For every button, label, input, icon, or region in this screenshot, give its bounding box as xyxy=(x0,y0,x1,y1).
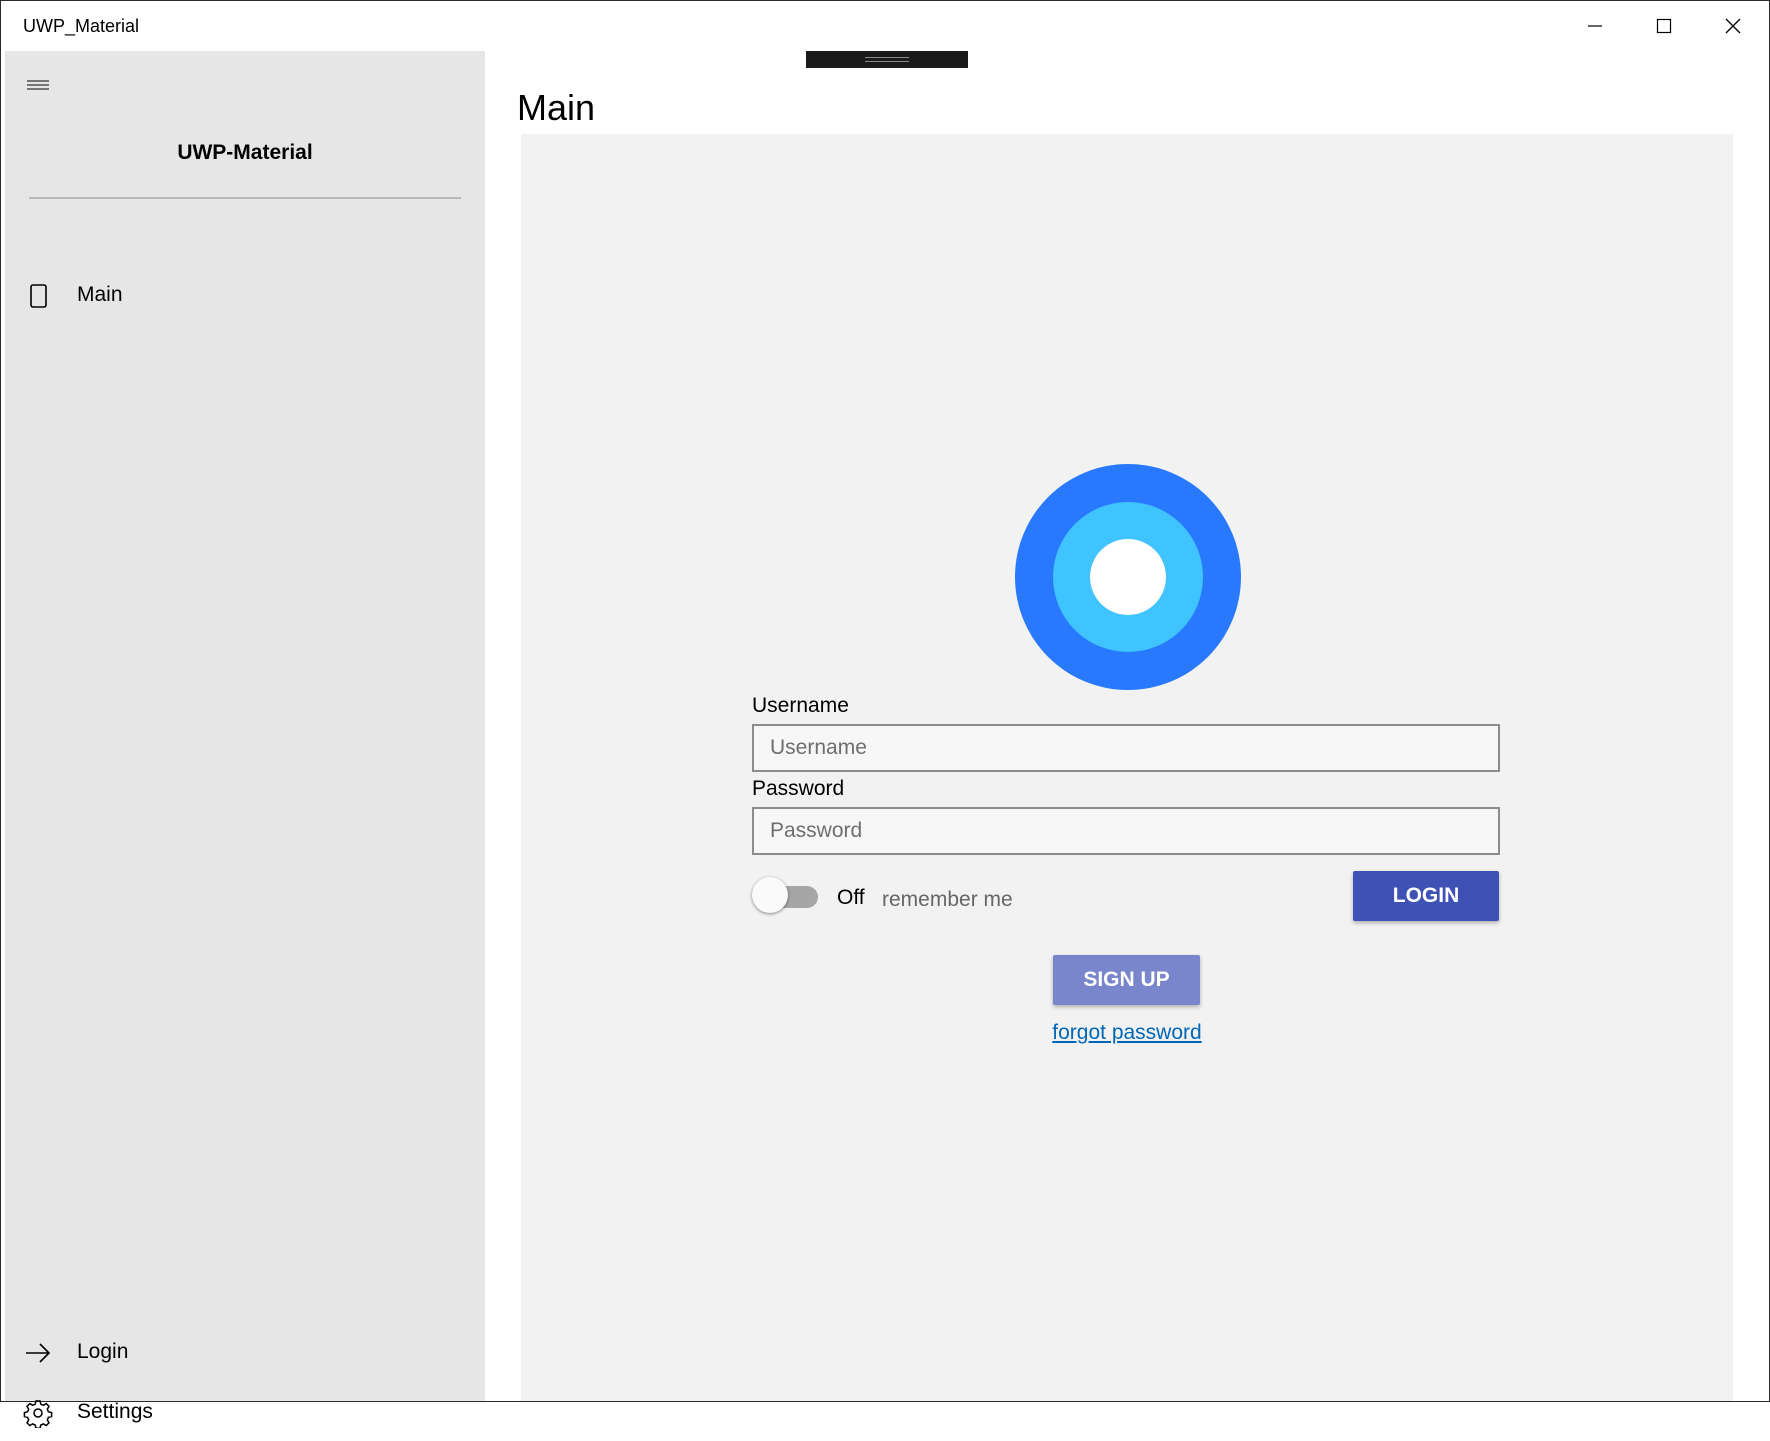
nav-item-label: Login xyxy=(77,1340,129,1363)
page-icon xyxy=(30,284,47,308)
maximize-icon xyxy=(1656,18,1672,34)
hamburger-menu-button[interactable] xyxy=(23,71,53,101)
nav-item-settings[interactable]: Settings xyxy=(5,1385,485,1441)
title-bar[interactable]: UWP_Material xyxy=(1,1,1769,51)
signup-button[interactable]: SIGN UP xyxy=(1053,955,1200,1005)
nav-item-login[interactable]: Login xyxy=(5,1325,485,1381)
hamburger-menu-icon xyxy=(27,80,49,90)
arrow-right-icon xyxy=(26,1343,51,1363)
drag-handle-line xyxy=(865,61,909,62)
username-label: Username xyxy=(752,694,849,717)
drag-handle[interactable] xyxy=(806,51,968,68)
nav-item-label: Settings xyxy=(77,1400,153,1423)
toggle-knob xyxy=(752,877,788,913)
page-title: Main xyxy=(517,87,596,129)
drag-handle-line xyxy=(865,57,909,58)
gear-icon xyxy=(23,1400,53,1428)
close-icon xyxy=(1725,18,1741,34)
sidebar-divider xyxy=(29,197,461,199)
username-input[interactable] xyxy=(752,724,1500,772)
password-input[interactable] xyxy=(752,807,1500,855)
login-panel: Username Password Off remember me LOGIN … xyxy=(521,134,1733,1401)
password-label: Password xyxy=(752,777,845,800)
brand-title: UWP-Material xyxy=(177,141,313,164)
forgot-password-link-text[interactable]: forgot password xyxy=(1052,1021,1201,1044)
app-logo xyxy=(1015,464,1241,690)
toggle-state-label: Off xyxy=(837,886,865,909)
close-button[interactable] xyxy=(1699,1,1767,51)
minimize-icon xyxy=(1588,25,1602,27)
remember-me-label: remember me xyxy=(882,888,1013,911)
minimize-button[interactable] xyxy=(1561,1,1629,51)
login-button[interactable]: LOGIN xyxy=(1353,871,1499,921)
app-window: UWP_Material UWP-Material Main Login Set… xyxy=(0,0,1770,1428)
window-title: UWP_Material xyxy=(23,16,140,36)
nav-item-label: Main xyxy=(77,283,123,306)
nav-item-main[interactable]: Main xyxy=(5,268,485,324)
maximize-button[interactable] xyxy=(1630,1,1698,51)
remember-me-toggle[interactable] xyxy=(752,874,820,914)
forgot-password-link: forgot password xyxy=(521,1021,1733,1045)
navigation-pane: UWP-Material Main Login Settings xyxy=(5,51,485,1428)
